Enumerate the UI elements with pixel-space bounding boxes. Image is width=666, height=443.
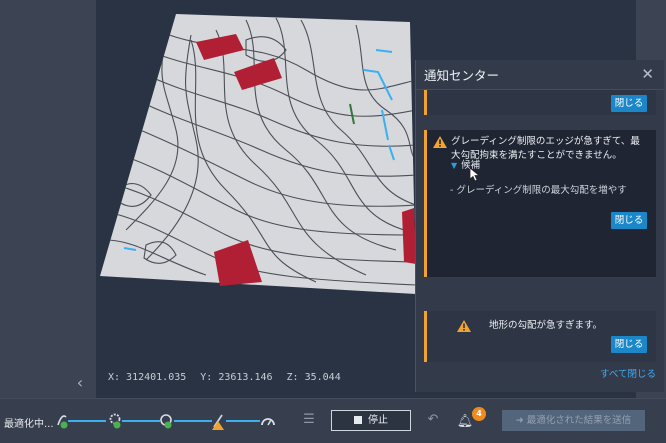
suggestion-text: - グレーディング制限の最大勾配を増やす — [450, 185, 627, 196]
optimizing-status: 最適化中... — [4, 419, 54, 430]
undo-icon[interactable]: ↶ — [424, 411, 442, 429]
step-3-icon — [160, 414, 172, 429]
notification-center: 通知センター ✕ 閉じる グレーディング制限のエッジが急すぎて、最 大勾配拘束を… — [415, 60, 664, 392]
coord-z: Z: 35.044 — [286, 372, 341, 383]
notification-card: グレーディング制限のエッジが急すぎて、最 大勾配拘束を満たすことができません。 … — [424, 130, 656, 277]
close-all-link[interactable]: すべて閉じる — [600, 366, 656, 380]
step-4-icon — [212, 414, 224, 430]
coordinate-readout: X: 312401.035 Y: 23613.146 Z: 35.044 — [108, 372, 341, 383]
stop-button[interactable]: 停止 — [331, 410, 411, 431]
stop-icon — [354, 415, 362, 424]
caret-down-icon: ▼ — [451, 161, 458, 170]
sliders-icon[interactable]: ☰ — [300, 411, 318, 429]
stop-label: 停止 — [368, 415, 388, 426]
mouse-pointer-icon — [470, 168, 480, 182]
send-optimized-result-button: ➜ 最適化された結果を送信 — [502, 410, 645, 431]
step-2-icon — [109, 413, 121, 429]
close-notification-button[interactable]: 閉じる — [611, 336, 647, 353]
optimization-progress — [57, 413, 275, 430]
notification-title: 通知センター — [424, 68, 500, 83]
collapse-panel-icon[interactable]: ‹ — [72, 374, 88, 392]
warning-icon — [457, 320, 471, 332]
notification-message: 地形の勾配が急すぎます。 — [489, 320, 603, 331]
close-notification-button[interactable]: 閉じる — [611, 95, 647, 112]
notification-count-badge: 4 — [472, 407, 486, 421]
coord-x: X: 312401.035 — [108, 372, 187, 383]
left-panel: ‹ — [0, 0, 96, 398]
notification-list[interactable]: 閉じる グレーディング制限のエッジが急すぎて、最 大勾配拘束を満たすことができま… — [416, 90, 664, 362]
step-5-icon — [261, 418, 275, 426]
building-marker[interactable] — [402, 208, 416, 264]
arrow-right-icon: ➜ — [515, 415, 527, 426]
step-1-icon — [57, 415, 68, 429]
coord-y: Y: 23613.146 — [200, 372, 273, 383]
close-notification-button[interactable]: 閉じる — [611, 212, 647, 229]
notification-message: グレーディング制限のエッジが急すぎて、最 大勾配拘束を満たすことができません。 — [451, 136, 640, 161]
send-label: 最適化された結果を送信 — [526, 415, 632, 426]
notification-card: 地形の勾配が急すぎます。 閉じる — [424, 311, 656, 362]
close-icon[interactable]: ✕ — [641, 67, 654, 82]
status-bar: 最適化中... ☰ 停止 ↶ 🔔︎ 4 ➜ 最適化された結果を送信 — [0, 398, 666, 443]
notification-header: 通知センター ✕ — [416, 60, 664, 90]
warning-icon — [433, 136, 447, 148]
notification-card: 閉じる — [424, 90, 656, 115]
